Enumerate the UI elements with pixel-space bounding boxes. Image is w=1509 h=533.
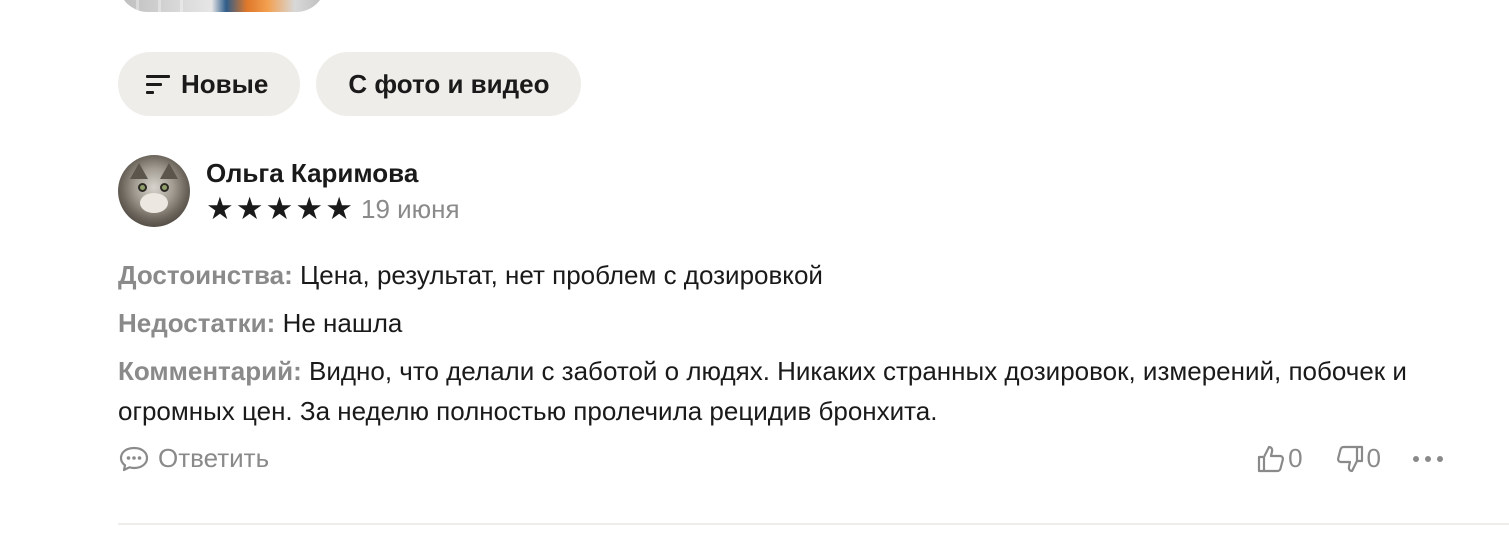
review-card: Ольга Каримова ★ ★ ★ ★ ★ 19 июня Достоин… (118, 155, 1448, 473)
reply-button[interactable]: Ответить (118, 443, 269, 474)
review-body: Достоинства: Цена, результат, нет пробле… (118, 255, 1448, 431)
thumbs-up-icon (1257, 445, 1285, 472)
comment-label: Комментарий: (118, 356, 302, 386)
review-photo-thumbnail[interactable] (118, 0, 326, 12)
pros-section: Достоинства: Цена, результат, нет пробле… (118, 255, 1448, 295)
sort-new-button[interactable]: Новые (118, 52, 301, 116)
review-divider (118, 523, 1509, 525)
comment-text: Видно, что делали с заботой о людях. Ник… (118, 356, 1407, 426)
star-icon: ★ (295, 191, 324, 226)
more-icon[interactable] (1413, 455, 1443, 462)
votes: 0 0 (1224, 443, 1443, 474)
rating-row: ★ ★ ★ ★ ★ 19 июня (206, 193, 460, 225)
reply-label: Ответить (158, 443, 270, 473)
review-meta: Ольга Каримова ★ ★ ★ ★ ★ 19 июня (206, 155, 460, 225)
review-filters: Новые С фото и видео (118, 52, 582, 116)
photo-video-label: С фото и видео (348, 68, 550, 99)
review-actions: Ответить 0 0 (118, 443, 1443, 474)
cons-label: Недостатки: (118, 308, 276, 338)
avatar[interactable] (118, 155, 190, 227)
photo-video-filter-button[interactable]: С фото и видео (316, 52, 582, 116)
pros-label: Достоинства: (118, 260, 293, 290)
comment-section: Комментарий: Видно, что делали с заботой… (118, 351, 1448, 431)
star-icon: ★ (206, 191, 234, 226)
star-icon: ★ (265, 191, 294, 226)
cons-section: Недостатки: Не нашла (118, 303, 1448, 343)
sort-icon (146, 74, 170, 94)
review-date: 19 июня (360, 194, 460, 224)
comment-icon (119, 446, 149, 471)
pros-text: Цена, результат, нет проблем с дозировко… (300, 260, 823, 290)
sort-label: Новые (181, 68, 269, 99)
star-rating: ★ ★ ★ ★ ★ (206, 193, 353, 225)
like-button[interactable]: 0 (1256, 443, 1303, 474)
review-header: Ольга Каримова ★ ★ ★ ★ ★ 19 июня (118, 155, 1448, 227)
thumbs-down-icon (1336, 445, 1363, 472)
author-name[interactable]: Ольга Каримова (206, 155, 460, 191)
star-icon: ★ (325, 191, 353, 226)
cons-text: Не нашла (282, 308, 403, 338)
dislike-button[interactable]: 0 (1335, 443, 1381, 474)
dislike-count: 0 (1366, 443, 1381, 473)
star-icon: ★ (235, 191, 264, 226)
like-count: 0 (1288, 443, 1303, 473)
